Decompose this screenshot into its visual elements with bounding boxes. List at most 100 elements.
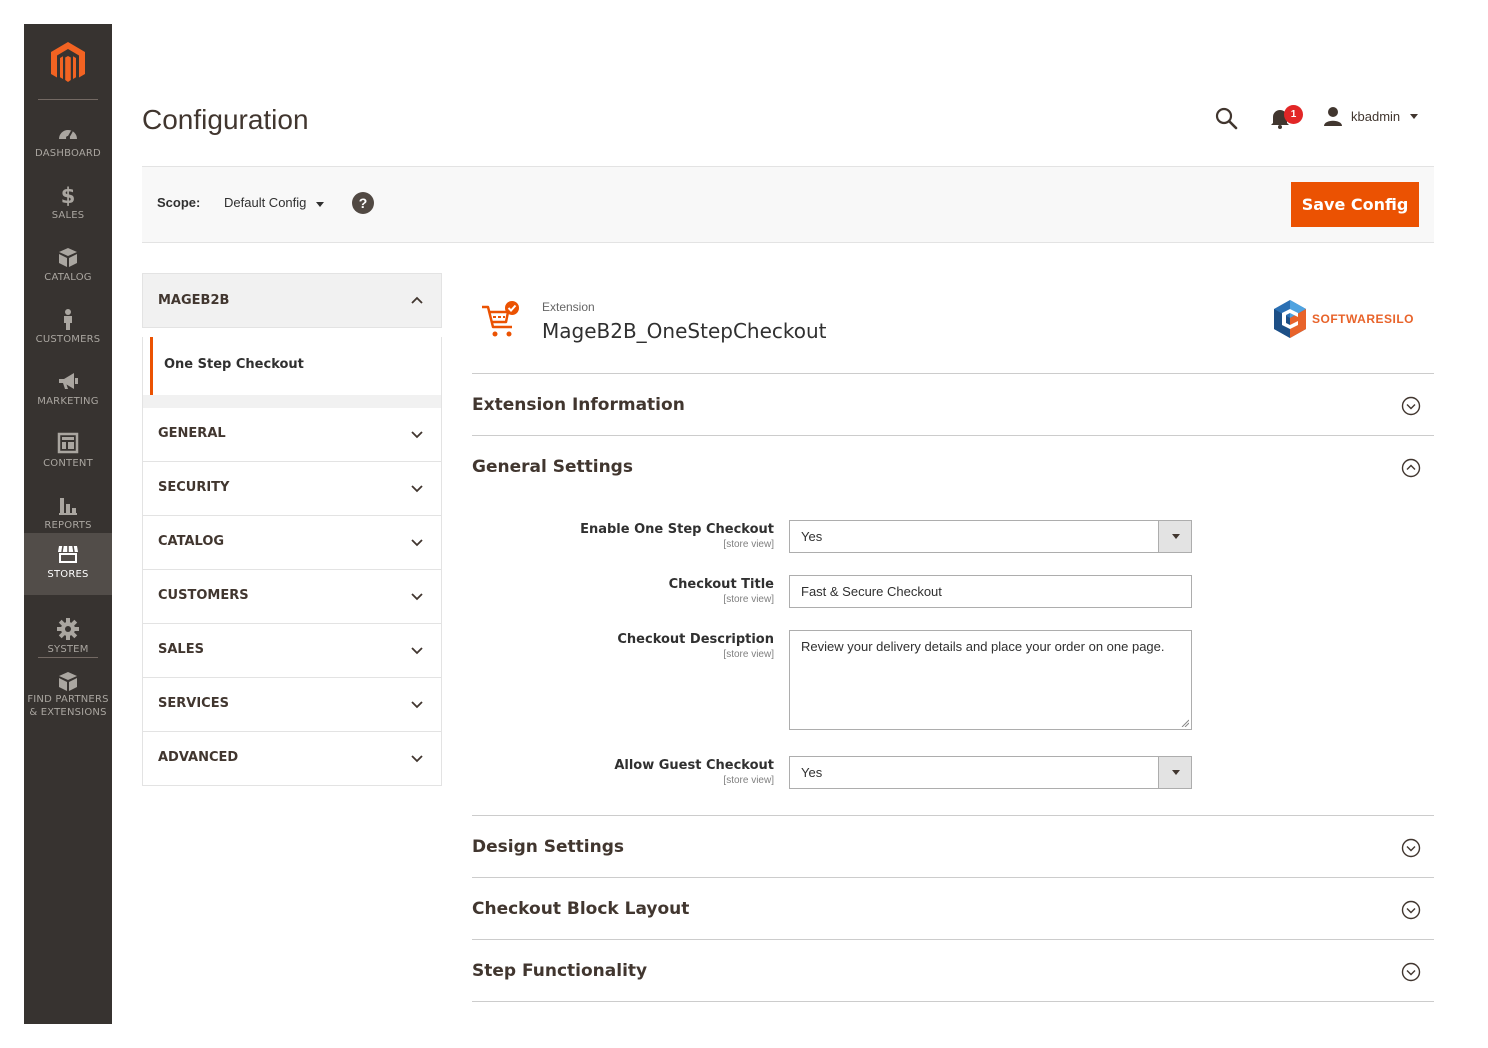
section-title: Design Settings xyxy=(472,837,625,857)
section-design-settings[interactable]: Design Settings xyxy=(472,815,1434,877)
chevron-down-icon xyxy=(411,647,423,655)
chevron-down-icon xyxy=(411,593,423,601)
tab-label: SERVICES xyxy=(158,696,229,711)
nav-label: SYSTEM xyxy=(47,644,89,655)
save-config-button[interactable]: Save Config xyxy=(1291,182,1419,227)
section-general-settings[interactable]: General Settings xyxy=(472,435,1434,497)
checkout-description-label: Checkout Description xyxy=(617,632,774,647)
section-title: General Settings xyxy=(472,457,633,477)
nav-label: & EXTENSIONS xyxy=(29,707,107,718)
section-divider xyxy=(472,1001,1434,1002)
guest-checkout-select[interactable]: Yes xyxy=(789,756,1192,789)
dashboard-icon xyxy=(59,130,77,140)
scope-value: Default Config xyxy=(224,195,307,210)
chevron-circle-down-icon xyxy=(1401,962,1421,982)
resize-handle-icon[interactable] xyxy=(1181,719,1189,727)
tab-label: CUSTOMERS xyxy=(158,588,249,603)
softwaresilo-mark-icon xyxy=(1274,300,1306,338)
layout-icon xyxy=(57,432,79,454)
svg-text:$: $ xyxy=(61,184,76,206)
nav-label: REPORTS xyxy=(44,520,92,531)
chevron-down-icon xyxy=(411,755,423,763)
select-arrow-icon xyxy=(1158,757,1191,788)
chevron-down-icon xyxy=(411,431,423,439)
chevron-circle-down-icon xyxy=(1401,900,1421,920)
cart-check-icon xyxy=(482,301,519,337)
chevron-up-icon xyxy=(411,296,423,304)
nav-label: CONTENT xyxy=(43,458,93,469)
nav-stores[interactable]: STORES xyxy=(24,533,112,595)
nav-customers[interactable]: CUSTOMERS xyxy=(24,298,112,360)
search-icon[interactable] xyxy=(1214,106,1238,130)
tab-sales[interactable]: SALES xyxy=(142,624,442,678)
guest-checkout-label: Allow Guest Checkout xyxy=(614,758,774,773)
tab-catalog[interactable]: CATALOG xyxy=(142,516,442,570)
section-title: Step Functionality xyxy=(472,961,648,981)
nav-catalog[interactable]: CATALOG xyxy=(24,236,112,298)
admin-sidebar: DASHBOARD $ SALES CATALOG CUSTOMERS MARK… xyxy=(24,24,112,1024)
nav-label: FIND PARTNERS xyxy=(27,694,109,705)
dollar-icon: $ xyxy=(61,184,76,206)
magento-logo[interactable] xyxy=(51,42,85,84)
tab-label: ADVANCED xyxy=(158,750,239,765)
extension-name: MageB2B_OneStepCheckout xyxy=(542,319,827,343)
tab-label: SALES xyxy=(158,642,204,657)
gear-icon xyxy=(57,618,79,640)
checkout-description-textarea[interactable]: Review your delivery details and place y… xyxy=(789,630,1192,730)
nav-label: CUSTOMERS xyxy=(35,334,101,345)
active-indicator xyxy=(150,337,153,395)
tab-item-label: One Step Checkout xyxy=(164,357,304,372)
scope-hint: [store view] xyxy=(723,594,774,605)
sidebar-divider xyxy=(38,657,98,658)
nav-label: CATALOG xyxy=(44,272,92,283)
megaphone-icon xyxy=(59,373,78,389)
input-value: Fast & Secure Checkout xyxy=(801,584,942,599)
section-step-functionality[interactable]: Step Functionality xyxy=(472,939,1434,1001)
tab-general[interactable]: GENERAL xyxy=(142,408,442,462)
nav-sales[interactable]: $ SALES xyxy=(24,174,112,236)
scope-hint: [store view] xyxy=(723,539,774,550)
enable-checkout-select[interactable]: Yes xyxy=(789,520,1192,553)
tab-label: CATALOG xyxy=(158,534,225,549)
nav-find-partners[interactable]: FIND PARTNERS & EXTENSIONS xyxy=(24,660,112,730)
chevron-circle-up-icon xyxy=(1401,458,1421,478)
nav-label: DASHBOARD xyxy=(35,148,101,159)
tab-services[interactable]: SERVICES xyxy=(142,678,442,732)
tab-security[interactable]: SECURITY xyxy=(142,462,442,516)
tab-group-title: MAGEB2B xyxy=(158,293,230,308)
config-tabs: MAGEB2B One Step Checkout GENERAL SECURI… xyxy=(142,273,442,786)
nav-label: STORES xyxy=(47,569,89,580)
checkout-title-input[interactable]: Fast & Secure Checkout xyxy=(789,575,1192,608)
chevron-circle-down-icon xyxy=(1401,396,1421,416)
tab-group-mageb2b[interactable]: MAGEB2B xyxy=(142,273,442,328)
softwaresilo-logo[interactable]: SOFTWARESILO xyxy=(1272,299,1414,339)
nav-content[interactable]: CONTENT xyxy=(24,422,112,484)
user-menu[interactable]: kbadmin xyxy=(1323,104,1419,128)
scope-switcher[interactable]: Default Config xyxy=(224,195,325,210)
tab-customers[interactable]: CUSTOMERS xyxy=(142,570,442,624)
chevron-down-icon xyxy=(411,701,423,709)
section-extension-information[interactable]: Extension Information xyxy=(472,373,1434,435)
select-value: Yes xyxy=(801,765,823,780)
store-icon xyxy=(58,545,78,563)
checkout-title-label: Checkout Title xyxy=(668,577,774,592)
chevron-down-icon xyxy=(411,485,423,493)
section-checkout-block-layout[interactable]: Checkout Block Layout xyxy=(472,877,1434,939)
tab-spacer xyxy=(142,395,442,408)
nav-dashboard[interactable]: DASHBOARD xyxy=(24,112,112,174)
box-icon xyxy=(59,248,77,267)
sidebar-divider xyxy=(38,99,98,100)
tab-advanced[interactable]: ADVANCED xyxy=(142,732,442,786)
nav-label: MARKETING xyxy=(37,396,99,407)
nav-marketing[interactable]: MARKETING xyxy=(24,360,112,422)
notification-badge: 1 xyxy=(1284,105,1303,124)
page-title: Configuration xyxy=(142,104,309,135)
tab-label: GENERAL xyxy=(158,426,226,441)
chevron-down-icon xyxy=(316,201,325,207)
enable-checkout-label: Enable One Step Checkout xyxy=(580,522,774,537)
section-title: Extension Information xyxy=(472,395,685,415)
chevron-down-icon xyxy=(1410,113,1419,119)
select-arrow-icon xyxy=(1158,521,1191,552)
tab-item-one-step-checkout[interactable]: One Step Checkout xyxy=(142,337,442,395)
help-icon[interactable]: ? xyxy=(352,192,374,214)
